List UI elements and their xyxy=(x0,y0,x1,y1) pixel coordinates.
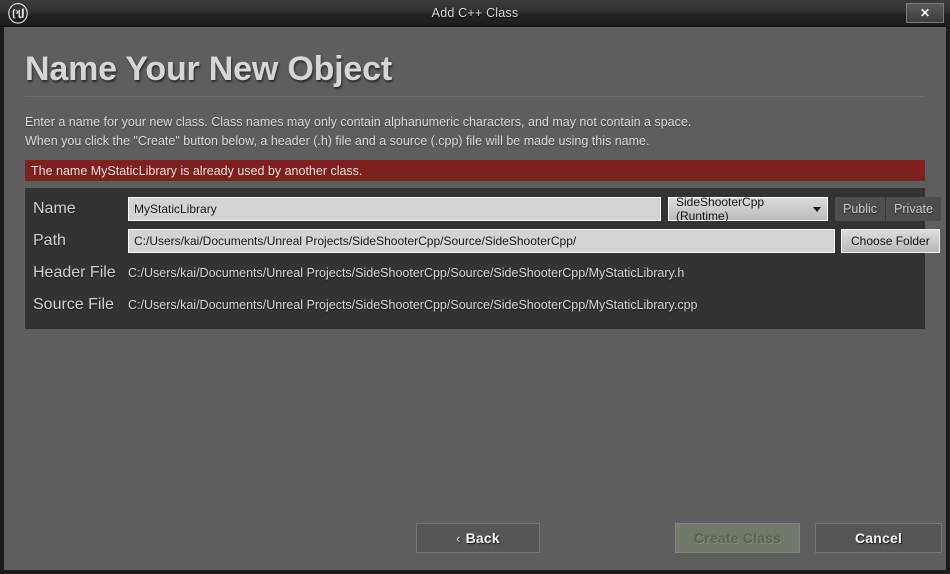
page-title: Name Your New Object xyxy=(25,50,392,88)
public-button[interactable]: Public xyxy=(835,197,886,221)
path-label: Path xyxy=(33,232,66,249)
name-row: Name MyStaticLibrary SideShooterCpp (Run… xyxy=(33,195,941,223)
chevron-left-icon: ‹ xyxy=(456,530,461,546)
choose-folder-button[interactable]: Choose Folder xyxy=(841,229,940,253)
source-file-row: Source File C:/Users/kai/Documents/Unrea… xyxy=(33,293,917,317)
class-settings-panel: Name MyStaticLibrary SideShooterCpp (Run… xyxy=(25,188,941,329)
private-button[interactable]: Private xyxy=(885,197,941,221)
module-dropdown[interactable]: SideShooterCpp (Runtime) xyxy=(668,195,828,223)
source-file-value: C:/Users/kai/Documents/Unreal Projects/S… xyxy=(128,298,698,312)
close-icon[interactable]: ✕ xyxy=(906,3,944,23)
window-title: Add C++ Class xyxy=(431,6,519,20)
title-divider xyxy=(25,96,925,97)
header-file-row: Header File C:/Users/kai/Documents/Unrea… xyxy=(33,261,917,285)
path-input[interactable]: C:/Users/kai/Documents/Unreal Projects/S… xyxy=(128,229,835,253)
description-line-2: When you click the "Create" button below… xyxy=(25,134,650,148)
error-banner: The name MyStaticLibrary is already used… xyxy=(25,160,925,181)
back-button-label: Back xyxy=(465,530,500,546)
dialog-footer: ‹ Back Create Class Cancel xyxy=(25,514,942,570)
header-file-value: C:/Users/kai/Documents/Unreal Projects/S… xyxy=(128,266,685,280)
chevron-down-icon xyxy=(813,206,821,212)
title-bar: Add C++ Class ✕ xyxy=(0,0,950,27)
cancel-button[interactable]: Cancel xyxy=(815,523,942,553)
name-label: Name xyxy=(33,200,76,217)
description-line-1: Enter a name for your new class. Class n… xyxy=(25,115,692,129)
back-button[interactable]: ‹ Back xyxy=(416,523,540,553)
access-toggle-group: Public Private xyxy=(835,197,941,221)
unreal-engine-logo-icon xyxy=(3,0,33,26)
header-file-label: Header File xyxy=(33,264,116,281)
name-input[interactable]: MyStaticLibrary xyxy=(128,197,661,221)
module-dropdown-value: SideShooterCpp (Runtime) xyxy=(676,195,765,223)
path-row: Path C:/Users/kai/Documents/Unreal Proje… xyxy=(33,229,940,253)
dialog-body: Name Your New Object Enter a name for yo… xyxy=(0,27,950,574)
source-file-label: Source File xyxy=(33,296,114,313)
add-cpp-class-dialog: Add C++ Class ✕ Name Your New Object Ent… xyxy=(0,0,950,574)
create-class-button[interactable]: Create Class xyxy=(675,523,800,553)
